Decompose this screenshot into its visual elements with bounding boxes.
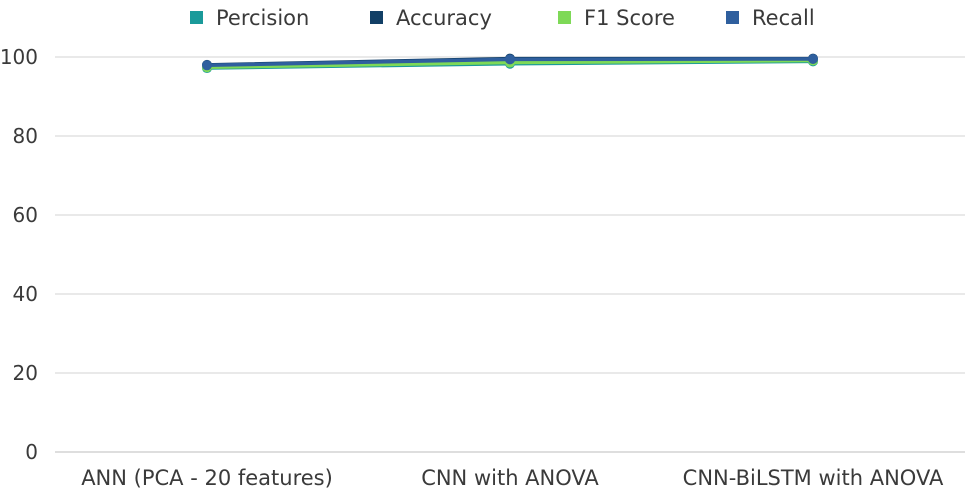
x-category-label: CNN with ANOVA [421,466,599,490]
legend-swatch [726,11,739,24]
legend-swatch [370,11,383,24]
legend-label: F1 Score [584,6,675,30]
y-tick-label-20: 20 [13,361,38,385]
y-tick-label-60: 60 [13,203,38,227]
x-axis-categories: ANN (PCA - 20 features) CNN with ANOVA CNN… [81,466,944,490]
legend-swatch [558,11,571,24]
gridlines [55,56,965,453]
data-point [808,53,818,64]
data-point [505,54,515,65]
y-tick-label-0: 0 [25,440,38,464]
x-category-label: CNN-BiLSTM with ANOVA [683,466,944,490]
y-tick-label-100: 100 [0,45,38,69]
legend-label: Accuracy [396,6,492,30]
line-chart: 0 20 40 60 80 100 ANN (PCA - 20 features) CNN … [0,6,965,490]
x-category-label: ANN (PCA - 20 features) [81,466,333,490]
data-point [202,60,212,71]
legend: Percision Accuracy F1 Score Recall [190,6,815,30]
legend-label: Percision [216,6,309,30]
y-tick-label-80: 80 [13,124,38,148]
legend-label: Recall [752,6,815,30]
legend-item: Accuracy [370,6,492,30]
y-axis-ticks: 0 20 40 60 80 100 [0,45,38,464]
legend-item: Percision [190,6,309,30]
legend-item: Recall [726,6,815,30]
legend-swatch [190,11,203,24]
legend-item: F1 Score [558,6,675,30]
y-tick-label-40: 40 [13,282,38,306]
